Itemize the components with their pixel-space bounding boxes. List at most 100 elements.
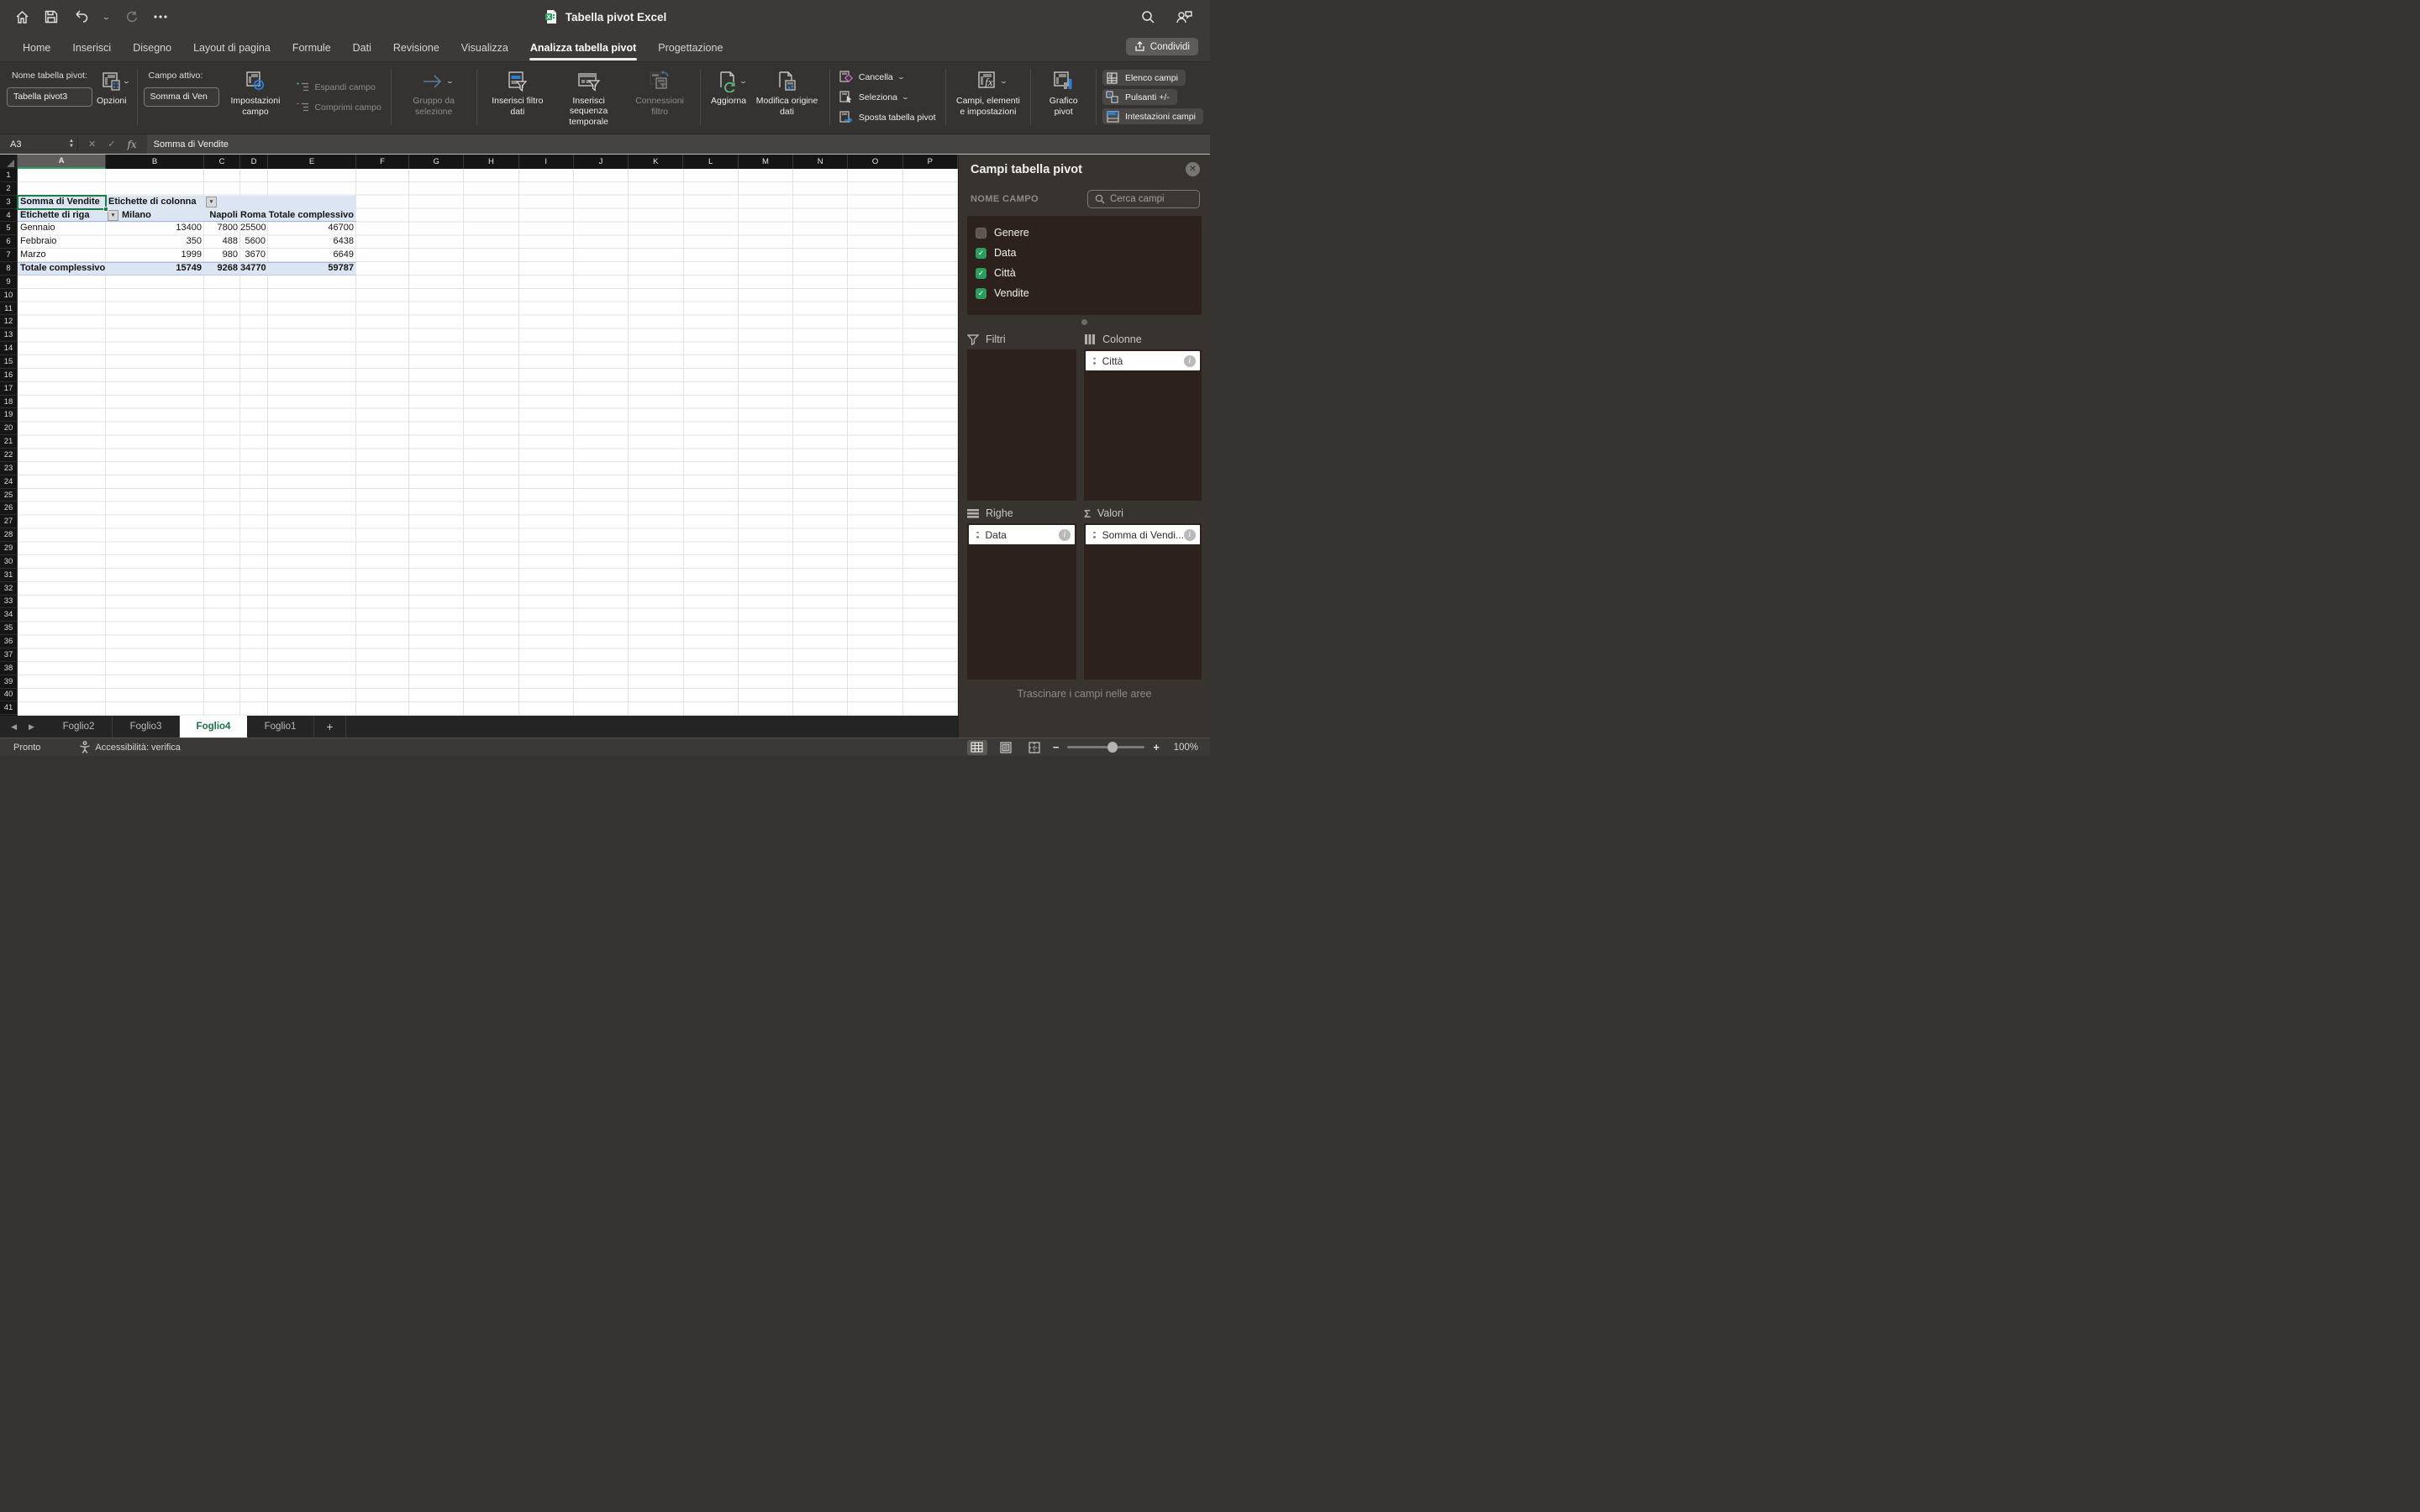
column-header-F[interactable]: F bbox=[356, 155, 409, 169]
ribbon-tab-dati[interactable]: Dati bbox=[342, 34, 382, 62]
name-box[interactable]: A3 bbox=[0, 134, 66, 154]
row-header-29[interactable]: 29 bbox=[0, 542, 18, 555]
row-header-30[interactable]: 30 bbox=[0, 555, 18, 569]
drag-handle-icon[interactable] bbox=[1093, 358, 1096, 365]
pivot-total-value-cell[interactable]: 15749 bbox=[106, 262, 202, 276]
selected-cell-A3[interactable] bbox=[17, 195, 107, 210]
ribbon-tab-analizza-tabella-pivot[interactable]: Analizza tabella pivot bbox=[519, 34, 647, 62]
accessibility-status[interactable]: Accessibilità: verifica bbox=[95, 743, 180, 753]
pivot-row-label-gennaio[interactable]: Gennaio bbox=[20, 222, 104, 235]
share-contact-icon[interactable] bbox=[1176, 10, 1193, 24]
column-header-D[interactable]: D bbox=[240, 155, 268, 169]
column-header-M[interactable]: M bbox=[739, 155, 793, 169]
insert-timeline-button[interactable]: Inserisci sequenza temporale bbox=[552, 66, 625, 129]
pivot-value-cell[interactable]: 46700 bbox=[268, 222, 354, 235]
row-header-26[interactable]: 26 bbox=[0, 501, 18, 515]
sheet-tab-foglio2[interactable]: Foglio2 bbox=[45, 716, 113, 738]
pivot-name-input[interactable]: Tabella pivot3 bbox=[7, 87, 92, 107]
column-header-E[interactable]: E bbox=[268, 155, 356, 169]
pivot-value-cell[interactable]: 6438 bbox=[268, 235, 354, 249]
row-header-17[interactable]: 17 bbox=[0, 382, 18, 396]
column-header-H[interactable]: H bbox=[464, 155, 518, 169]
pivot-col-header-napoli[interactable]: Napoli bbox=[204, 209, 238, 223]
sheet-tab-foglio4[interactable]: Foglio4 bbox=[180, 716, 247, 738]
normal-view-button[interactable] bbox=[967, 740, 987, 755]
column-header-J[interactable]: J bbox=[574, 155, 629, 169]
column-header-L[interactable]: L bbox=[683, 155, 738, 169]
row-header-19[interactable]: 19 bbox=[0, 408, 18, 422]
column-headers[interactable]: ABCDEFGHIJKLMNOP bbox=[0, 155, 958, 169]
pane-resize-handle[interactable] bbox=[1081, 319, 1087, 325]
ribbon-tab-visualizza[interactable]: Visualizza bbox=[450, 34, 519, 62]
field-row-data[interactable]: ✓Data bbox=[976, 243, 1202, 263]
row-header-40[interactable]: 40 bbox=[0, 689, 18, 702]
info-icon[interactable]: i bbox=[1184, 529, 1196, 541]
row-header-5[interactable]: 5 bbox=[0, 222, 18, 235]
pivot-col-header-milano[interactable]: Milano bbox=[122, 209, 197, 223]
row-header-9[interactable]: 9 bbox=[0, 276, 18, 289]
row-headers[interactable]: 1234567891011121314151617181920212223242… bbox=[0, 169, 18, 716]
add-sheet-button[interactable]: + bbox=[314, 716, 346, 738]
row-header-24[interactable]: 24 bbox=[0, 475, 18, 489]
ribbon-tab-progettazione[interactable]: Progettazione bbox=[647, 34, 734, 62]
page-layout-view-button[interactable] bbox=[996, 740, 1016, 755]
row-header-14[interactable]: 14 bbox=[0, 342, 18, 355]
info-icon[interactable]: i bbox=[1059, 529, 1071, 541]
column-header-I[interactable]: I bbox=[519, 155, 574, 169]
column-header-N[interactable]: N bbox=[793, 155, 848, 169]
pivot-value-cell[interactable]: 6649 bbox=[268, 249, 354, 262]
pivot-row-labels-cell[interactable]: Etichette di riga bbox=[20, 209, 104, 223]
row-labels-filter-icon[interactable]: ▼ bbox=[108, 210, 118, 221]
move-pivottable-button[interactable]: Sposta tabella pivot bbox=[839, 111, 936, 123]
pivot-value-cell[interactable]: 7800 bbox=[204, 222, 238, 235]
row-header-13[interactable]: 13 bbox=[0, 328, 18, 342]
pivot-col-header-roma[interactable]: Roma bbox=[240, 209, 266, 223]
pivot-value-cell[interactable]: 1999 bbox=[106, 249, 202, 262]
row-header-22[interactable]: 22 bbox=[0, 449, 18, 462]
field-checkbox-genere[interactable] bbox=[976, 228, 986, 239]
home-icon[interactable] bbox=[15, 10, 29, 24]
row-header-23[interactable]: 23 bbox=[0, 462, 18, 475]
row-header-36[interactable]: 36 bbox=[0, 635, 18, 648]
row-header-39[interactable]: 39 bbox=[0, 675, 18, 689]
ribbon-tab-formule[interactable]: Formule bbox=[281, 34, 342, 62]
row-header-31[interactable]: 31 bbox=[0, 569, 18, 582]
undo-button[interactable] bbox=[73, 10, 88, 24]
select-button[interactable]: Seleziona⌄ bbox=[839, 91, 936, 103]
info-icon[interactable]: i bbox=[1184, 355, 1196, 367]
row-header-2[interactable]: 2 bbox=[0, 182, 18, 196]
row-header-32[interactable]: 32 bbox=[0, 582, 18, 596]
ribbon-tab-disegno[interactable]: Disegno bbox=[122, 34, 182, 62]
row-header-8[interactable]: 8 bbox=[0, 262, 18, 276]
column-header-O[interactable]: O bbox=[848, 155, 902, 169]
close-pane-icon[interactable]: ✕ bbox=[1186, 162, 1200, 176]
row-header-37[interactable]: 37 bbox=[0, 648, 18, 662]
drag-handle-icon[interactable] bbox=[1093, 532, 1096, 538]
row-header-15[interactable]: 15 bbox=[0, 355, 18, 369]
row-header-25[interactable]: 25 bbox=[0, 489, 18, 502]
column-labels-filter-icon[interactable]: ▼ bbox=[206, 197, 217, 207]
pivot-value-cell[interactable]: 350 bbox=[106, 235, 202, 249]
pivot-total-value-cell[interactable]: 34770 bbox=[240, 262, 266, 276]
columns-drop-zone[interactable]: Cittài bbox=[1084, 349, 1202, 501]
grid-cells[interactable]: Somma di VenditeEtichette di colonna▼Eti… bbox=[18, 169, 958, 716]
sheet-nav-left-icon[interactable]: ◀ bbox=[11, 722, 17, 732]
row-header-11[interactable]: 11 bbox=[0, 302, 18, 316]
fill-handle[interactable] bbox=[103, 207, 108, 212]
field-row-città[interactable]: ✓Città bbox=[976, 263, 1202, 283]
column-header-C[interactable]: C bbox=[204, 155, 240, 169]
search-fields-input[interactable]: Cerca campi bbox=[1087, 190, 1200, 208]
pivot-value-cell[interactable]: 13400 bbox=[106, 222, 202, 235]
column-header-P[interactable]: P bbox=[903, 155, 958, 169]
row-header-16[interactable]: 16 bbox=[0, 369, 18, 382]
filters-drop-zone[interactable] bbox=[967, 349, 1076, 501]
fields-items-settings-button[interactable]: fx ⌄ Campi, elementi e impostazioni bbox=[951, 66, 1024, 129]
pivot-total-value-cell[interactable]: 9268 bbox=[204, 262, 238, 276]
page-break-view-button[interactable] bbox=[1024, 740, 1044, 755]
field-row-genere[interactable]: Genere bbox=[976, 223, 1202, 243]
field-chip-città[interactable]: Cittài bbox=[1086, 351, 1200, 370]
pivot-value-cell[interactable]: 5600 bbox=[240, 235, 266, 249]
search-icon[interactable] bbox=[1141, 10, 1155, 24]
change-data-source-button[interactable]: Modifica origine dati bbox=[750, 66, 823, 129]
undo-chevron-icon[interactable]: ⌄ bbox=[102, 13, 111, 21]
